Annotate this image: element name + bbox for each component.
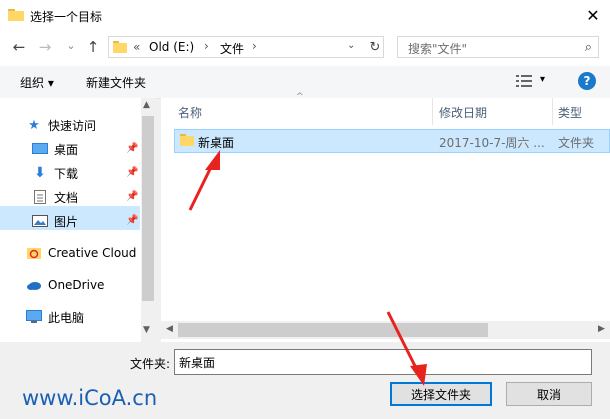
address-separator[interactable]: › (204, 39, 209, 53)
file-list-scrollbar-thumb[interactable] (178, 323, 488, 337)
back-arrow-icon[interactable]: ← (13, 38, 26, 56)
up-button[interactable]: ↑ (84, 38, 102, 56)
sidebar-item-onedrive[interactable]: OneDrive (26, 274, 104, 296)
title-bar: 选择一个目标 ✕ (0, 0, 610, 30)
new-folder-button[interactable]: 新建文件夹 (86, 74, 146, 91)
address-segment-drive[interactable]: Old (E:) (149, 40, 194, 54)
desktop-icon (32, 142, 48, 156)
pin-icon[interactable]: 📌 (126, 191, 138, 202)
close-button[interactable]: ✕ (576, 0, 610, 30)
sidebar-item-creative-cloud[interactable]: Creative Cloud F (26, 242, 147, 264)
column-divider[interactable] (552, 98, 553, 125)
address-separator[interactable]: › (252, 39, 257, 53)
folder-icon (180, 134, 194, 146)
folder-field-label: 文件夹: (130, 357, 171, 371)
sidebar-item-label: 文档 (54, 190, 79, 205)
sidebar-item-downloads[interactable]: ⬇ 下载 (32, 162, 78, 184)
scroll-up-icon[interactable]: ▲ (143, 100, 150, 110)
folder-name-field[interactable] (174, 349, 592, 375)
forward-arrow-icon[interactable]: → (39, 38, 52, 56)
sidebar-scrollbar-thumb[interactable] (142, 116, 154, 301)
window-title: 选择一个目标 (30, 10, 103, 24)
sidebar-item-pictures[interactable]: 图片 (32, 210, 78, 232)
refresh-button[interactable]: ↻ (366, 37, 384, 57)
file-modified: 2017-10-7-周六 ... (439, 136, 545, 150)
scroll-down-icon[interactable]: ▼ (143, 325, 150, 335)
column-header-type[interactable]: 类型 (558, 104, 582, 121)
scroll-left-icon[interactable]: ◀ (166, 324, 173, 334)
column-header-modified[interactable]: 修改日期 (439, 104, 487, 121)
search-input[interactable]: 搜索"文件" ⌕ (397, 36, 599, 58)
view-dropdown-icon[interactable]: ▾ (540, 74, 545, 85)
file-name[interactable]: 新桌面 (198, 134, 234, 151)
sidebar-item-desktop[interactable]: 桌面 (32, 138, 78, 160)
search-icon[interactable]: ⌕ (585, 40, 592, 55)
sort-ascending-icon: ^ (296, 92, 304, 102)
sidebar-item-this-pc[interactable]: 此电脑 (26, 306, 84, 328)
watermark: www.iCoA.cn (22, 386, 158, 410)
close-icon[interactable]: ✕ (586, 6, 599, 25)
column-header-name[interactable]: 名称 (178, 104, 202, 121)
help-icon[interactable]: ? (578, 72, 596, 90)
folder-icon (8, 9, 24, 21)
refresh-icon[interactable]: ↻ (370, 40, 381, 55)
chevron-down-icon[interactable]: ⌄ (66, 39, 75, 52)
column-divider[interactable] (432, 98, 433, 125)
pin-icon[interactable]: 📌 (126, 215, 138, 226)
back-button[interactable]: ← (10, 38, 28, 56)
sidebar-item-label: 下载 (54, 166, 79, 181)
forward-button[interactable]: → (36, 38, 54, 56)
download-icon: ⬇ (34, 165, 46, 181)
address-dropdown-icon[interactable]: ⌄ (347, 40, 355, 51)
file-type: 文件夹 (558, 136, 595, 150)
sidebar-item-label: OneDrive (48, 278, 105, 292)
sidebar-item-label: 桌面 (54, 142, 79, 157)
cancel-button[interactable]: 取消 (506, 382, 592, 406)
cloud-icon (26, 278, 42, 292)
address-bar[interactable]: « Old (E:) › 文件 › (108, 36, 384, 58)
address-segment-folder[interactable]: 文件 (220, 40, 244, 57)
sidebar-item-label: 此电脑 (48, 310, 85, 325)
recent-locations-button[interactable]: ⌄ (62, 36, 80, 54)
sidebar-item-quick-access[interactable]: ★ 快速访问 (26, 114, 96, 136)
pictures-icon (32, 214, 48, 228)
select-folder-button[interactable]: 选择文件夹 (390, 382, 492, 406)
pin-icon[interactable]: 📌 (126, 167, 138, 178)
sidebar-item-label: 快速访问 (48, 118, 97, 133)
computer-icon (26, 310, 42, 324)
star-icon: ★ (28, 117, 40, 133)
scroll-right-icon[interactable]: ▶ (598, 324, 605, 334)
search-placeholder: 搜索"文件" (408, 42, 468, 56)
sidebar-item-documents[interactable]: 文档 (32, 186, 78, 208)
pin-icon[interactable]: 📌 (126, 143, 138, 154)
view-options-icon[interactable] (516, 75, 532, 87)
creative-cloud-icon (26, 246, 42, 260)
folder-icon (113, 41, 127, 53)
up-arrow-icon[interactable]: ↑ (87, 38, 100, 56)
address-overflow[interactable]: « (133, 40, 140, 54)
organize-menu[interactable]: 组织 ▾ (20, 74, 54, 91)
sidebar-item-label: 图片 (54, 214, 79, 229)
document-icon (32, 190, 48, 204)
sidebar-item-label: Creative Cloud F (48, 246, 148, 260)
command-bar: 组织 ▾ 新建文件夹 ▾ ? (0, 66, 610, 99)
